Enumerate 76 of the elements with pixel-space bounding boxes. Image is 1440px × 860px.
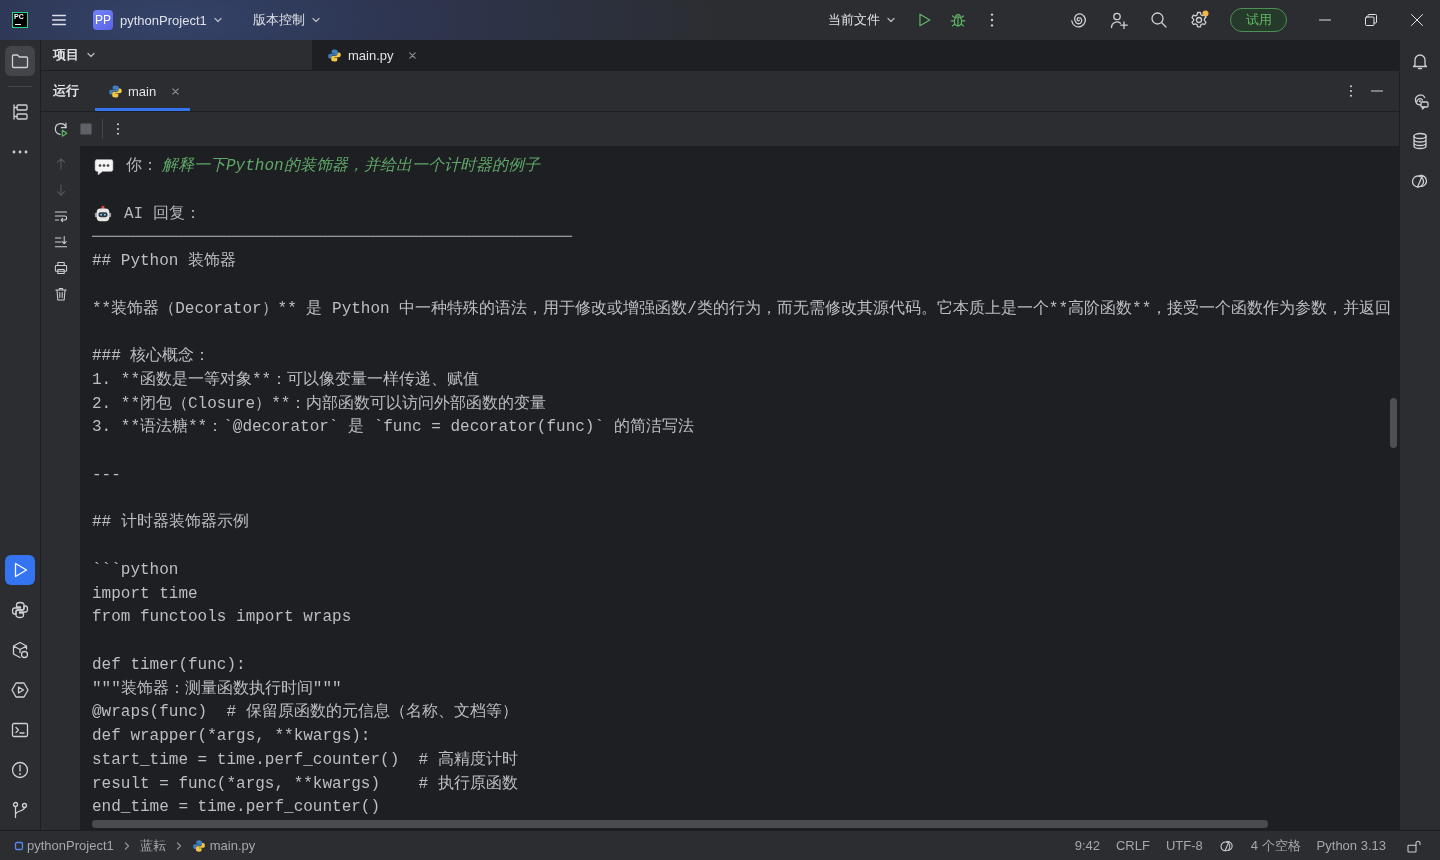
run-tool-button[interactable] — [5, 555, 35, 585]
divider-line: ────────────────────────────────────────────────── — [92, 227, 573, 249]
console-line: **装饰器（Decorator）** 是 Python 中一种特殊的语法，用于修改或增强函数/类的行为，而无需修改其源代码。它本质上是一个**高阶函数**，接受一个函数作为参数，并返回 — [92, 298, 1392, 320]
search-icon[interactable] — [1149, 10, 1169, 30]
console-line: 2. **闭包（Closure）**：内部函数可以访问外部函数的变量 — [92, 393, 547, 415]
console-line: 1. **函数是一等对象**：可以像变量一样传递、赋值 — [92, 369, 480, 391]
console-line: ```python — [92, 559, 179, 581]
trash-icon[interactable] — [52, 286, 69, 302]
structure-icon — [10, 102, 30, 122]
breadcrumb[interactable]: main.py — [209, 838, 256, 853]
printer-icon[interactable] — [52, 260, 69, 276]
terminal-icon — [10, 720, 30, 740]
prompt-text: 解释一下Python的装饰器，并给出一个计时器的例子 — [162, 155, 540, 177]
console-line: """装饰器：测量函数执行时间""" — [92, 678, 342, 700]
vertical-scrollbar[interactable] — [1390, 398, 1397, 448]
console-line: start_time = time.perf_counter() # 高精度计时 — [92, 749, 518, 771]
exclamation-circle-icon — [10, 760, 30, 780]
close-icon[interactable] — [1410, 13, 1424, 27]
bug-icon[interactable] — [949, 11, 967, 29]
console-line: 3. **语法糖**：`@decorator` 是 `func = decorator(func)` 的简洁写法 — [92, 417, 694, 439]
trial-button[interactable]: 试用 — [1230, 8, 1287, 32]
breadcrumb[interactable]: pythonProject1 — [27, 838, 114, 853]
swirl-icon[interactable] — [1069, 10, 1089, 30]
database-icon[interactable] — [1410, 131, 1430, 151]
branch-icon — [10, 800, 30, 820]
chevron-down-icon — [212, 15, 223, 25]
chevron-down-icon — [86, 50, 96, 60]
breadcrumb[interactable]: 蓝耘 — [139, 836, 166, 855]
robot-icon — [94, 205, 112, 224]
close-tab-icon[interactable] — [407, 50, 417, 60]
chevron-down-icon — [886, 15, 896, 25]
python-file-icon — [327, 47, 342, 63]
console-line: def wrapper(*args, **kwargs): — [92, 726, 371, 747]
scroll-to-end-icon[interactable] — [52, 234, 69, 250]
bell-icon[interactable] — [1410, 51, 1430, 71]
indent-setting[interactable]: 4 个空格 — [1250, 836, 1301, 855]
console-line: end_time = time.perf_counter() — [92, 797, 381, 819]
python-logo-icon — [10, 600, 30, 620]
console-line: ## 计时器装饰器示例 — [92, 512, 249, 534]
package-icon — [10, 640, 30, 660]
python-file-icon — [191, 838, 206, 853]
line-separator[interactable]: CRLF — [1115, 838, 1150, 853]
console-line: from functools import wraps — [92, 607, 352, 629]
project-panel-title[interactable]: 项目 — [53, 46, 96, 64]
run-config-selector[interactable]: 当前文件 — [828, 11, 896, 29]
project-tool-button[interactable] — [5, 46, 35, 76]
console-line: def timer(func): — [92, 654, 246, 676]
editor-tab[interactable]: main.py — [327, 40, 425, 70]
horizontal-scrollbar[interactable] — [92, 820, 1268, 828]
run-panel-title: 运行 — [53, 82, 79, 100]
project-selector[interactable]: pythonProject1 — [120, 12, 223, 28]
rerun-icon[interactable] — [52, 120, 70, 138]
restore-icon[interactable] — [1364, 13, 1378, 27]
console-line: ## Python 装饰器 — [92, 251, 236, 272]
caret-position[interactable]: 9:42 — [1074, 838, 1100, 853]
module-icon — [14, 840, 24, 851]
ai-label: AI 回复： — [124, 203, 201, 225]
vcs-menu[interactable]: 版本控制 — [252, 11, 321, 29]
hexagon-play-icon — [10, 680, 30, 700]
speech-bubble-icon — [94, 157, 114, 176]
add-user-icon[interactable] — [1109, 10, 1129, 30]
interpreter-setting[interactable]: Python 3.13 — [1316, 838, 1386, 853]
settings-icon[interactable] — [1189, 10, 1209, 30]
project-badge[interactable]: PP — [93, 10, 113, 30]
user-label: 你： — [126, 156, 158, 177]
console-line: @wraps(func) # 保留原函数的元信息（名称、文档等） — [92, 701, 518, 724]
soft-wrap-icon[interactable] — [52, 208, 69, 224]
chevron-down-icon — [310, 15, 321, 25]
close-tab-icon[interactable] — [171, 86, 181, 96]
folder-icon — [10, 51, 30, 71]
file-encoding[interactable]: UTF-8 — [1165, 838, 1203, 853]
console-line: ### 核心概念： — [92, 345, 211, 367]
console-line: import time — [92, 583, 198, 605]
console-line: result = func(*args, **kwargs) # 执行原函数 — [92, 773, 518, 795]
python-file-icon — [108, 83, 123, 99]
console-line: --- — [92, 464, 121, 486]
